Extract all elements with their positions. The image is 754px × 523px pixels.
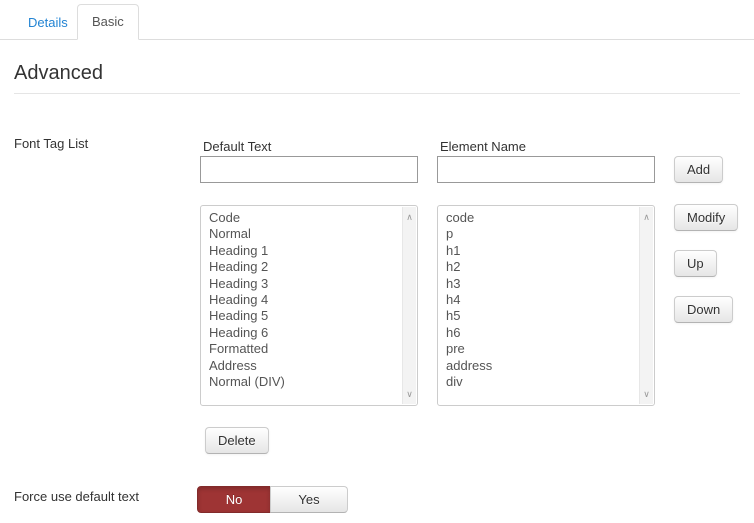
default-text-option[interactable]: Address: [201, 358, 401, 374]
tab-bar: Details Basic: [0, 0, 754, 40]
tab-details[interactable]: Details: [14, 6, 82, 40]
element-name-option[interactable]: p: [438, 226, 638, 242]
element-name-label: Element Name: [440, 139, 526, 154]
default-text-option[interactable]: Normal (DIV): [201, 374, 401, 390]
force-yes-button[interactable]: Yes: [270, 486, 348, 513]
default-text-input[interactable]: [200, 156, 418, 183]
element-name-option[interactable]: address: [438, 358, 638, 374]
default-text-option[interactable]: Heading 3: [201, 276, 401, 292]
scroll-down-icon[interactable]: ∨: [640, 387, 653, 401]
element-name-listbox[interactable]: code p h1 h2 h3 h4 h5 h6 pre address div ∧ ∨: [437, 205, 655, 406]
element-name-option[interactable]: h3: [438, 276, 638, 292]
add-button[interactable]: Add: [674, 156, 724, 183]
element-name-option[interactable]: pre: [438, 341, 638, 357]
force-default-toggle: No Yes: [197, 486, 348, 513]
element-name-options: code p h1 h2 h3 h4 h5 h6 pre address div: [438, 210, 638, 403]
tab-basic[interactable]: Basic: [77, 4, 139, 40]
element-name-option[interactable]: h1: [438, 243, 638, 259]
default-text-option[interactable]: Heading 6: [201, 325, 401, 341]
default-text-listbox[interactable]: Code Normal Heading 1 Heading 2 Heading 3 Hea…: [200, 205, 418, 406]
default-text-option[interactable]: Heading 1: [201, 243, 401, 259]
element-name-option[interactable]: h2: [438, 259, 638, 275]
element-name-option[interactable]: div: [438, 374, 638, 390]
default-text-option[interactable]: Code: [201, 210, 401, 226]
default-text-option[interactable]: Heading 2: [201, 259, 401, 275]
scroll-up-icon[interactable]: ∧: [403, 210, 416, 224]
modify-button[interactable]: Modify: [674, 204, 739, 231]
delete-button[interactable]: Delete: [205, 427, 269, 454]
down-button[interactable]: Down: [674, 296, 734, 323]
force-use-default-text-label: Force use default text: [14, 489, 140, 504]
default-text-option[interactable]: Formatted: [201, 341, 401, 357]
font-tag-list-label: Font Tag List: [14, 136, 89, 151]
element-name-option[interactable]: code: [438, 210, 638, 226]
default-text-option[interactable]: Normal: [201, 226, 401, 242]
up-button[interactable]: Up: [674, 250, 717, 277]
default-text-option[interactable]: Heading 5: [201, 308, 401, 324]
section-heading-advanced: Advanced: [14, 53, 740, 94]
element-name-scrollbar[interactable]: ∧ ∨: [639, 207, 653, 404]
default-text-option[interactable]: Heading 4: [201, 292, 401, 308]
default-text-label: Default Text: [203, 139, 272, 154]
element-name-input[interactable]: [437, 156, 655, 183]
element-name-option[interactable]: h6: [438, 325, 638, 341]
force-no-button[interactable]: No: [197, 486, 271, 513]
element-name-option[interactable]: h4: [438, 292, 638, 308]
element-name-option[interactable]: h5: [438, 308, 638, 324]
scroll-up-icon[interactable]: ∧: [640, 210, 653, 224]
default-text-scrollbar[interactable]: ∧ ∨: [402, 207, 416, 404]
scroll-down-icon[interactable]: ∨: [403, 387, 416, 401]
default-text-options: Code Normal Heading 1 Heading 2 Heading 3 Hea…: [201, 210, 401, 403]
